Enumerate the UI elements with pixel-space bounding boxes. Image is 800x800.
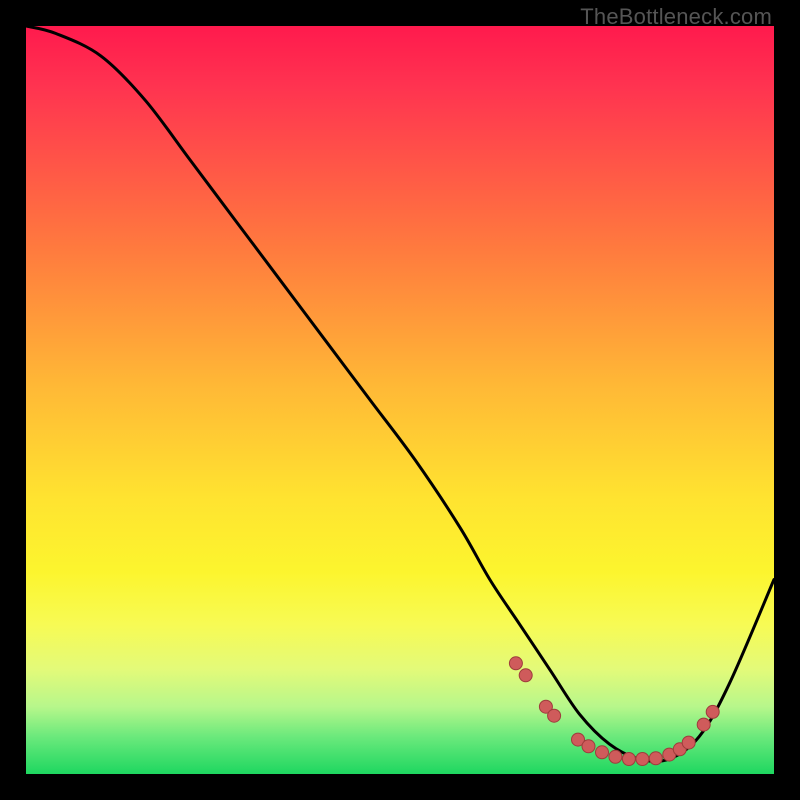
curve-marker [697,718,710,731]
curve-marker [509,657,522,670]
curve-marker [582,740,595,753]
curve-marker [622,753,635,766]
chart-frame: TheBottleneck.com [0,0,800,800]
curve-marker [609,750,622,763]
curve-marker [519,669,532,682]
curve-marker [636,753,649,766]
curve-marker [596,746,609,759]
curve-marker [548,709,561,722]
curve-marker [706,705,719,718]
bottleneck-curve [26,26,774,761]
curve-layer [26,26,774,774]
curve-marker [649,752,662,765]
curve-marker [682,736,695,749]
